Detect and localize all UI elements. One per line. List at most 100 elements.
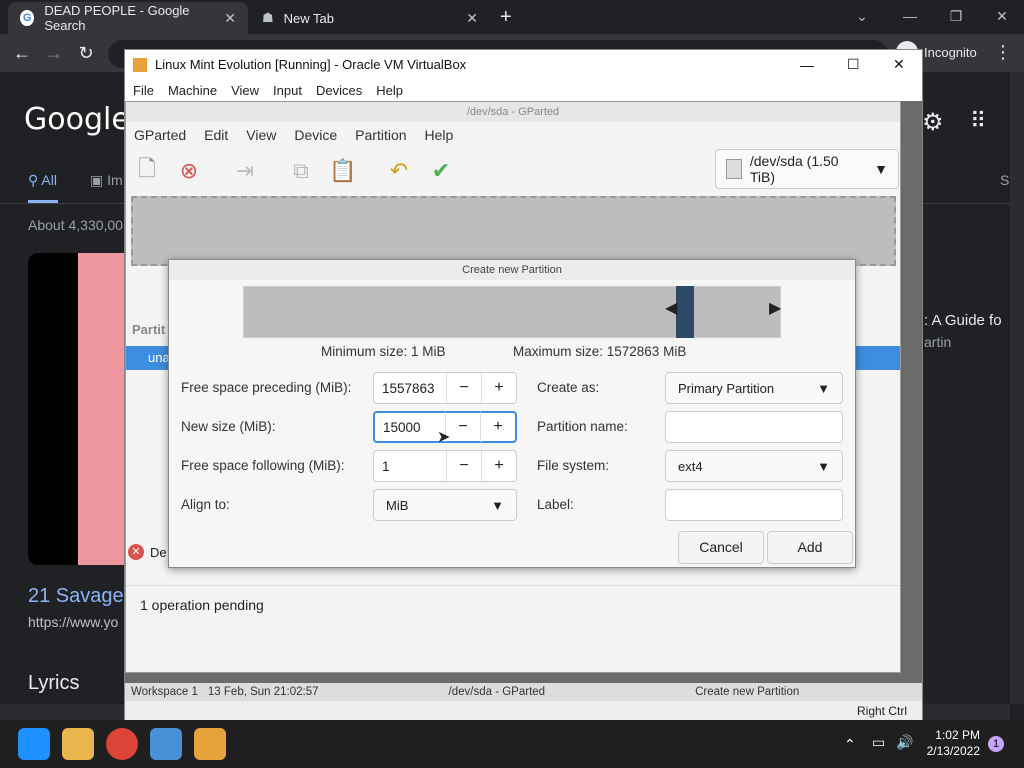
partition-size-bar[interactable] xyxy=(243,286,781,338)
menu-edit[interactable]: Edit xyxy=(204,127,228,143)
resize-handle[interactable] xyxy=(676,286,694,338)
add-button[interactable]: Add xyxy=(767,531,853,564)
result-url: https://www.yo xyxy=(28,614,119,630)
free-following-label: Free space following (MiB): xyxy=(181,458,345,473)
decrement-button[interactable]: − xyxy=(446,373,481,403)
menu-view[interactable]: View xyxy=(246,127,276,143)
label-input[interactable] xyxy=(665,489,843,521)
more-menu-icon[interactable]: ⋮ xyxy=(994,42,1012,63)
tab-images[interactable]: ▣ Im xyxy=(90,172,123,189)
menu-input[interactable]: Input xyxy=(273,83,302,98)
result-title[interactable]: 21 Savage xyxy=(28,585,124,608)
apply-checkmark-icon[interactable]: ✔ xyxy=(420,150,462,192)
details-row[interactable]: ✕ De xyxy=(128,544,167,560)
google-favicon-icon: G xyxy=(20,10,35,26)
increment-button[interactable]: + xyxy=(481,451,516,481)
chrome-icon[interactable] xyxy=(106,728,138,760)
menu-view[interactable]: View xyxy=(231,83,259,98)
menu-machine[interactable]: Machine xyxy=(168,83,217,98)
apps-grid-icon[interactable]: ⠿ xyxy=(970,108,986,134)
tab-more[interactable]: S xyxy=(1000,172,1009,188)
menu-file[interactable]: File xyxy=(133,83,154,98)
free-preceding-value[interactable]: 1557863 xyxy=(374,381,446,396)
new-tab-icon[interactable]: + xyxy=(500,6,512,29)
delete-icon[interactable]: ⊗ xyxy=(168,150,210,192)
paste-icon[interactable]: 📋 xyxy=(322,150,364,192)
undo-icon[interactable]: ↶ xyxy=(378,150,420,192)
settings-gear-icon[interactable]: ⚙ xyxy=(922,108,944,137)
forward-icon[interactable]: → xyxy=(42,42,66,64)
results-count: About 4,330,00 xyxy=(28,217,123,233)
page-scrollbar[interactable] xyxy=(1010,72,1024,704)
virtualbox-manager-icon[interactable] xyxy=(150,728,182,760)
partition-list-header[interactable]: Partit xyxy=(132,322,165,337)
minimize-icon[interactable]: — xyxy=(888,4,932,28)
details-label: De xyxy=(150,544,167,560)
back-icon[interactable]: ← xyxy=(10,42,34,64)
increment-button[interactable]: + xyxy=(480,412,515,442)
file-explorer-icon[interactable] xyxy=(62,728,94,760)
taskbar-item-gparted[interactable]: /dev/sda - GParted xyxy=(449,686,546,698)
clock-date[interactable]: 2/13/2022 xyxy=(924,744,980,758)
menu-partition[interactable]: Partition xyxy=(355,127,406,143)
tab-all[interactable]: ⚲ All xyxy=(28,172,57,189)
volume-icon[interactable]: 🔊 xyxy=(896,734,913,751)
workspace-switcher[interactable]: Workspace 1 xyxy=(131,686,198,698)
notification-badge[interactable]: 1 xyxy=(988,736,1004,752)
network-icon[interactable]: ▭ xyxy=(872,734,885,751)
menu-help[interactable]: Help xyxy=(376,83,403,98)
free-preceding-spin[interactable]: 1557863 − + xyxy=(373,372,517,404)
tab-title: New Tab xyxy=(283,10,334,26)
tab-dead-people[interactable]: G DEAD PEOPLE - Google Search ✕ xyxy=(8,2,248,34)
chevron-up-icon[interactable]: ⌃ xyxy=(844,736,856,753)
new-size-value[interactable]: 15000 xyxy=(375,420,445,435)
side-result-title[interactable]: : A Guide fo xyxy=(924,312,1002,329)
file-system-combo[interactable]: ext4 ▼ xyxy=(665,450,843,482)
tab-title: DEAD PEOPLE - Google Search xyxy=(44,3,190,33)
tab-search-chevron-icon[interactable]: ⌄ xyxy=(840,4,884,28)
tab-new-tab[interactable]: ☗ New Tab ✕ xyxy=(250,2,490,34)
close-tab-icon[interactable]: ✕ xyxy=(224,10,236,27)
new-size-label: New size (MiB): xyxy=(181,419,276,434)
new-partition-icon[interactable]: 🗋 xyxy=(126,150,168,192)
create-as-label: Create as: xyxy=(537,380,600,395)
free-following-spin[interactable]: 1 − + xyxy=(373,450,517,482)
free-following-value[interactable]: 1 xyxy=(374,459,446,474)
close-window-icon[interactable]: ✕ xyxy=(980,4,1024,28)
partition-name-input[interactable] xyxy=(665,411,843,443)
clock-time[interactable]: 1:02 PM xyxy=(928,728,980,742)
right-arrow-icon[interactable]: ▶ xyxy=(769,298,781,318)
disk-icon xyxy=(726,159,742,179)
start-windows-icon[interactable] xyxy=(18,728,50,760)
create-as-combo[interactable]: Primary Partition ▼ xyxy=(665,372,843,404)
free-preceding-label: Free space preceding (MiB): xyxy=(181,380,352,395)
reload-icon[interactable]: ↻ xyxy=(74,42,98,64)
search-icon: ⚲ xyxy=(28,172,42,188)
maximize-icon[interactable]: ☐ xyxy=(847,56,860,73)
disk-graph[interactable] xyxy=(131,196,896,266)
gparted-menubar: GParted Edit View Device Partition Help xyxy=(126,122,900,148)
menu-device[interactable]: Device xyxy=(294,127,337,143)
menu-devices[interactable]: Devices xyxy=(316,83,362,98)
partition-name-label: Partition name: xyxy=(537,419,628,434)
minimize-icon[interactable]: — xyxy=(800,57,814,73)
close-tab-icon[interactable]: ✕ xyxy=(466,10,478,27)
vbox-menubar: File Machine View Input Devices Help xyxy=(125,79,922,101)
left-arrow-icon[interactable]: ◀ xyxy=(665,298,677,318)
restore-icon[interactable]: ❐ xyxy=(934,4,978,28)
cancel-button[interactable]: Cancel xyxy=(678,531,764,564)
device-selector[interactable]: /dev/sda (1.50 TiB) ▼ xyxy=(715,149,899,189)
guest-screen[interactable]: /dev/sda - GParted GParted Edit View Dev… xyxy=(125,101,922,689)
menu-gparted[interactable]: GParted xyxy=(134,127,186,143)
close-icon[interactable]: ✕ xyxy=(893,56,905,73)
menu-help[interactable]: Help xyxy=(425,127,454,143)
taskbar-item-dialog[interactable]: Create new Partition xyxy=(695,686,799,698)
side-result-sub: artin xyxy=(924,334,952,350)
virtualbox-vm-icon[interactable] xyxy=(194,728,226,760)
decrement-button[interactable]: − xyxy=(446,451,481,481)
align-combo[interactable]: MiB ▼ xyxy=(373,489,517,521)
copy-icon[interactable]: ⧉ xyxy=(280,150,322,192)
resize-move-icon[interactable]: ⇥ xyxy=(224,150,266,192)
google-logo[interactable]: Google xyxy=(24,102,130,137)
increment-button[interactable]: + xyxy=(481,373,516,403)
